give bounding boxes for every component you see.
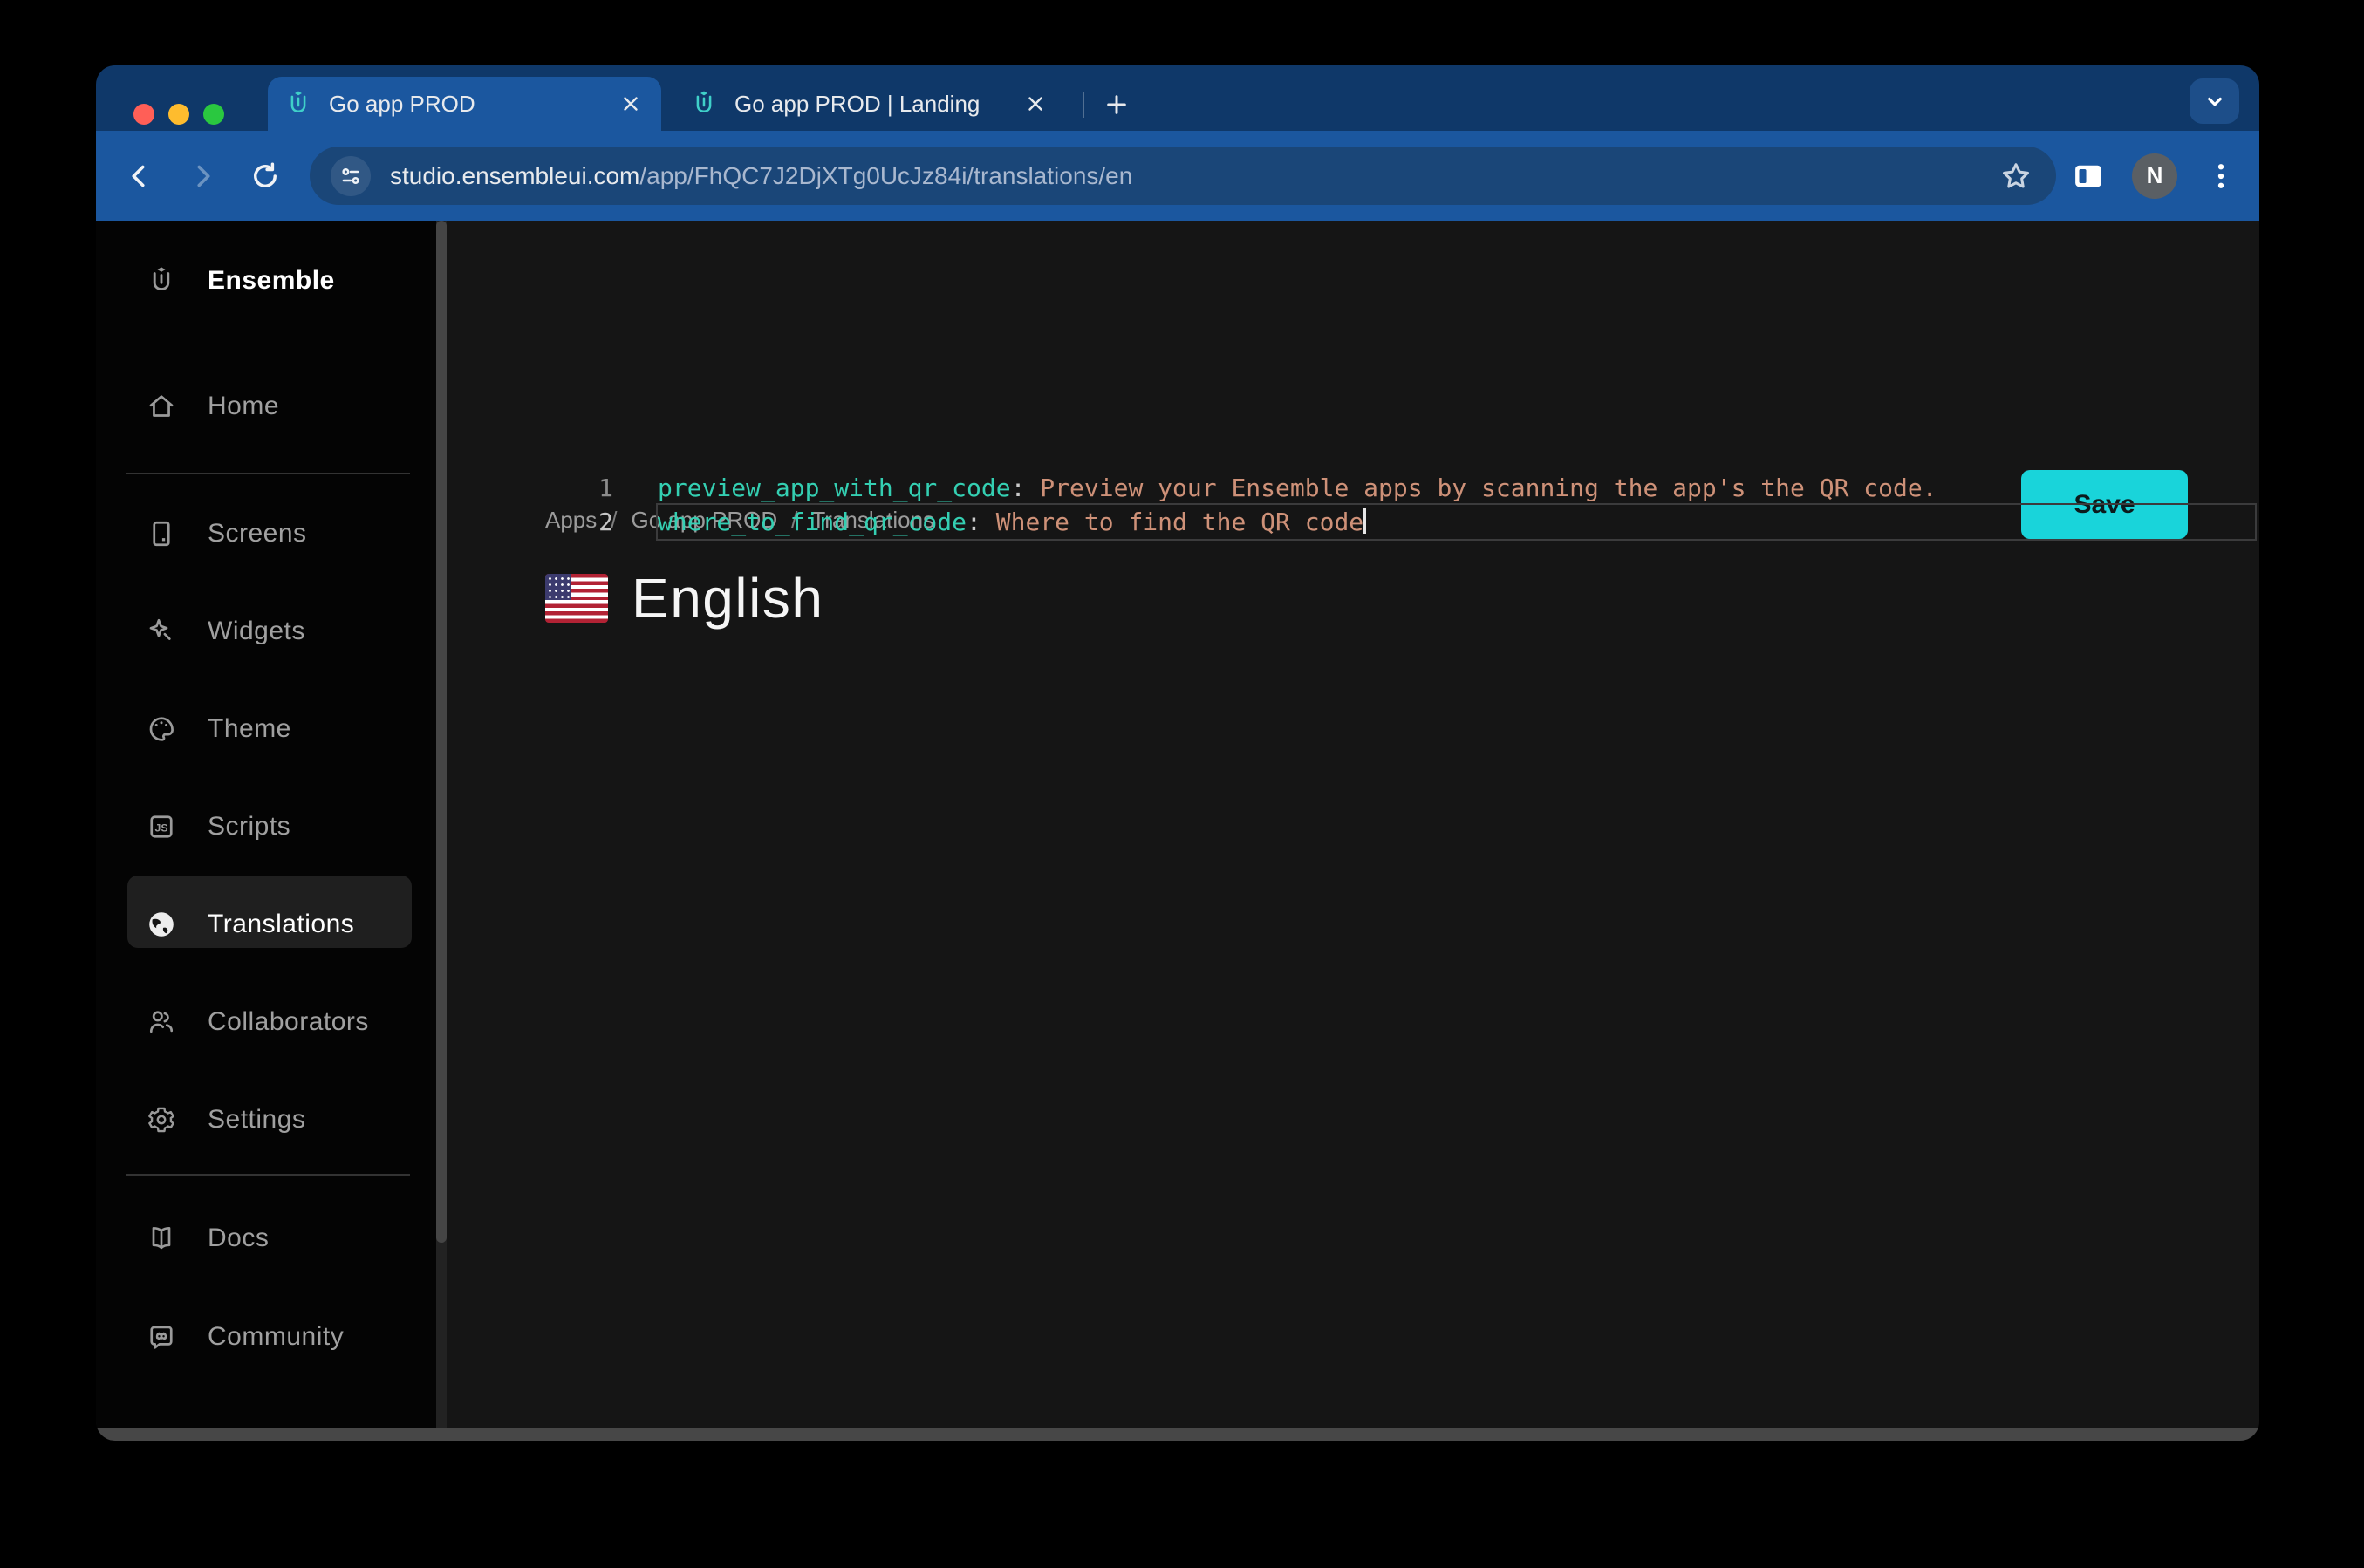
tab-go-app-prod[interactable]: Go app PROD [268, 77, 661, 131]
sidebar-item-label: Translations [208, 910, 355, 938]
sidebar-item-label: Scripts [208, 812, 291, 841]
yaml-key: preview_app_with_qr_code [658, 474, 1011, 502]
bookmark-star-icon[interactable] [1997, 157, 2035, 195]
line-code[interactable]: preview_app_with_qr_code: Preview your E… [658, 471, 2259, 505]
tab-strip: Go app PROD Go app PROD | Landing [96, 65, 2259, 131]
fullscreen-window-button[interactable] [203, 104, 224, 125]
editor-line-2[interactable]: 2 where_to_find_qr_code: Where to find t… [447, 503, 2259, 541]
toolbar-right-cluster: N [2067, 131, 2242, 221]
yaml-value: Where to find the QR code [980, 508, 1364, 536]
sidebar-item-home[interactable]: Home [96, 378, 436, 434]
desktop: Go app PROD Go app PROD | Landing studio… [0, 0, 2364, 1568]
tab-search-button[interactable] [2190, 78, 2239, 124]
reload-button[interactable] [243, 153, 288, 199]
tab-title: Go app PROD | Landing [734, 90, 980, 117]
browser-menu-icon[interactable] [2200, 155, 2242, 197]
sidebar-item-scripts[interactable]: JS Scripts [96, 799, 436, 855]
app-main: Ensemble Home Screens Widgets Theme JS S… [96, 221, 2259, 1428]
yaml-editor[interactable]: 1 preview_app_with_qr_code: Preview your… [447, 471, 2259, 541]
sidebar-item-label: Community [208, 1322, 345, 1351]
translations-page: Apps / Go app PROD / Translations Englis… [447, 221, 2259, 1428]
browser-toolbar: studio.ensembleui.com/app/FhQC7J2DjXTg0U… [96, 131, 2259, 221]
sidebar-item-settings[interactable]: Settings [96, 1092, 436, 1148]
sidebar-item-docs[interactable]: Docs [96, 1210, 436, 1266]
close-window-button[interactable] [133, 104, 154, 125]
ensemble-favicon-icon [284, 89, 313, 119]
scripts-icon: JS [146, 811, 177, 842]
docs-icon [146, 1223, 177, 1254]
url-domain: studio.ensembleui.com [390, 161, 640, 189]
theme-icon [146, 713, 177, 745]
side-panel-icon[interactable] [2067, 155, 2109, 197]
ensemble-logo[interactable]: Ensemble [96, 253, 436, 309]
url-text: studio.ensembleui.com/app/FhQC7J2DjXTg0U… [390, 162, 1997, 190]
sidebar-item-label: Widgets [208, 617, 305, 645]
sidebar-divider [126, 473, 410, 474]
sidebar-divider [126, 1174, 410, 1176]
tab-go-app-prod-landing[interactable]: Go app PROD | Landing [673, 77, 1066, 131]
line-number: 1 [598, 474, 613, 502]
translations-icon [146, 909, 177, 940]
sidebar-item-label: Docs [208, 1224, 270, 1252]
sidebar-item-screens[interactable]: Screens [96, 506, 436, 562]
tab-close-icon[interactable] [1021, 89, 1050, 119]
site-settings-icon[interactable] [331, 155, 371, 196]
text-cursor [1363, 508, 1367, 534]
minimize-window-button[interactable] [168, 104, 189, 125]
editor-line-1[interactable]: 1 preview_app_with_qr_code: Preview your… [447, 471, 2259, 505]
yaml-value: Preview your Ensemble apps by scanning t… [1025, 474, 1937, 502]
sidebar-item-label: Settings [208, 1105, 306, 1134]
back-button[interactable] [117, 153, 162, 199]
widgets-icon [146, 616, 177, 647]
community-icon [146, 1321, 177, 1353]
sidebar-scrollbar [436, 221, 447, 1428]
sidebar-item-translations[interactable]: Translations [96, 896, 436, 952]
new-tab-button[interactable] [1097, 85, 1137, 125]
sidebar-item-label: Theme [208, 714, 291, 743]
collaborators-icon [146, 1006, 177, 1038]
yaml-key: where_to_find_qr_code [658, 508, 967, 536]
url-path: /app/FhQC7J2DjXTg0UcJz84i/translations/e… [639, 161, 1133, 189]
us-flag-canton [545, 574, 571, 601]
svg-text:JS: JS [154, 821, 167, 834]
sidebar-item-widgets[interactable]: Widgets [96, 603, 436, 659]
ensemble-favicon-icon [689, 89, 719, 119]
tab-title: Go app PROD [329, 90, 475, 117]
yaml-colon: : [1010, 474, 1026, 502]
sidebar-item-label: Home [208, 392, 280, 420]
window-bottom-edge [96, 1428, 2259, 1441]
tab-divider [1083, 92, 1084, 118]
line-code[interactable]: where_to_find_qr_code: Where to find the… [656, 503, 2259, 541]
ensemble-logo-label: Ensemble [208, 266, 335, 295]
line-number: 2 [598, 508, 613, 536]
sidebar-item-community[interactable]: Community [96, 1309, 436, 1365]
settings-icon [146, 1104, 177, 1135]
screens-icon [146, 518, 177, 549]
page-title: English [632, 567, 824, 630]
sidebar-item-label: Collaborators [208, 1007, 369, 1036]
yaml-colon: : [967, 508, 981, 536]
address-bar[interactable]: studio.ensembleui.com/app/FhQC7J2DjXTg0U… [310, 147, 2056, 205]
tab-close-icon[interactable] [616, 89, 646, 119]
sidebar-scrollbar-thumb[interactable] [436, 221, 447, 1243]
sidebar-item-label: Screens [208, 519, 307, 548]
home-icon [146, 391, 177, 422]
sidebar-item-collaborators[interactable]: Collaborators [96, 994, 436, 1050]
us-flag-icon [545, 574, 608, 623]
browser-window: Go app PROD Go app PROD | Landing studio… [96, 65, 2259, 1441]
forward-button[interactable] [180, 153, 225, 199]
sidebar-item-theme[interactable]: Theme [96, 701, 436, 757]
profile-avatar[interactable]: N [2132, 153, 2177, 199]
app-sidebar: Ensemble Home Screens Widgets Theme JS S… [96, 221, 436, 1428]
ensemble-logo-icon [146, 265, 177, 297]
